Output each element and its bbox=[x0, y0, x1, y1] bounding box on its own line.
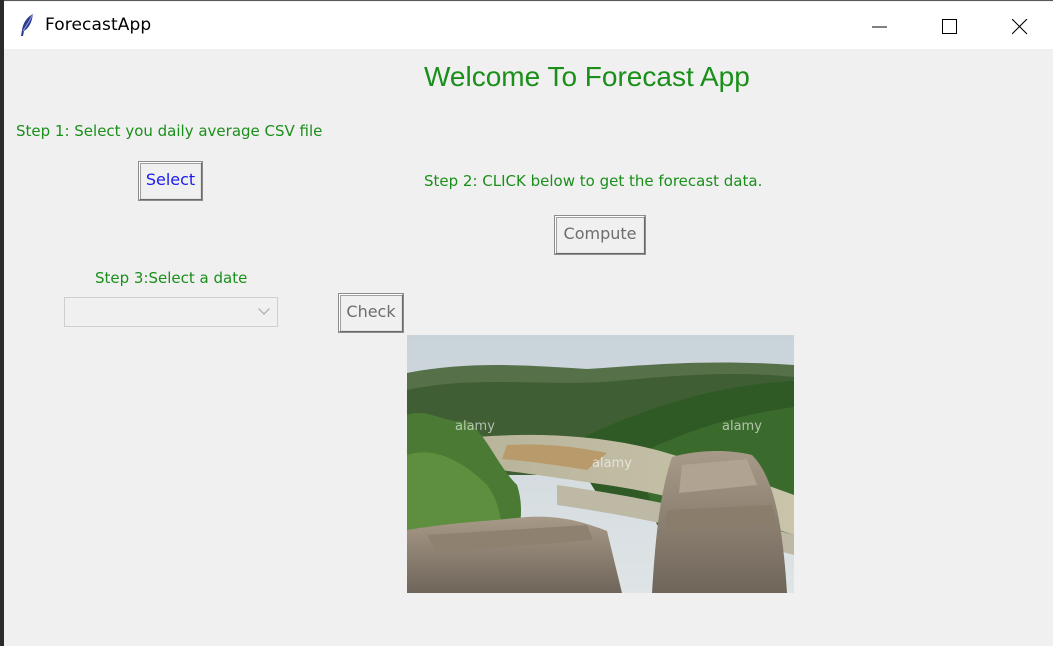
image-watermark: alamy bbox=[455, 419, 495, 434]
window-title: ForecastApp bbox=[45, 15, 152, 35]
feather-icon bbox=[18, 13, 36, 37]
title-bar[interactable]: ForecastApp bbox=[4, 2, 1053, 49]
combobox-dropdown-button[interactable] bbox=[251, 298, 277, 326]
minimize-button[interactable] bbox=[845, 3, 913, 49]
close-button[interactable] bbox=[985, 3, 1053, 49]
date-combobox[interactable] bbox=[64, 297, 278, 327]
close-icon bbox=[1012, 19, 1028, 35]
step1-label: Step 1: Select you daily average CSV fil… bbox=[16, 122, 323, 140]
page-title: Welcome To Forecast App bbox=[424, 61, 750, 92]
chevron-down-icon bbox=[258, 308, 270, 315]
select-file-button[interactable]: Select bbox=[138, 161, 203, 201]
image-watermark: alamy bbox=[722, 419, 762, 434]
app-window: ForecastApp Welcome To Forecast App Step… bbox=[4, 0, 1053, 646]
step2-label: Step 2: CLICK below to get the forecast … bbox=[424, 172, 763, 190]
step3-label: Step 3:Select a date bbox=[95, 269, 248, 287]
image-watermark: alamy bbox=[592, 456, 632, 471]
minimize-icon bbox=[872, 26, 887, 28]
check-button[interactable]: Check bbox=[338, 293, 404, 333]
compute-button[interactable]: Compute bbox=[554, 215, 646, 255]
maximize-button[interactable] bbox=[915, 3, 983, 49]
maximize-icon bbox=[942, 19, 957, 34]
landscape-image: alamy alamy alamy bbox=[407, 335, 794, 593]
